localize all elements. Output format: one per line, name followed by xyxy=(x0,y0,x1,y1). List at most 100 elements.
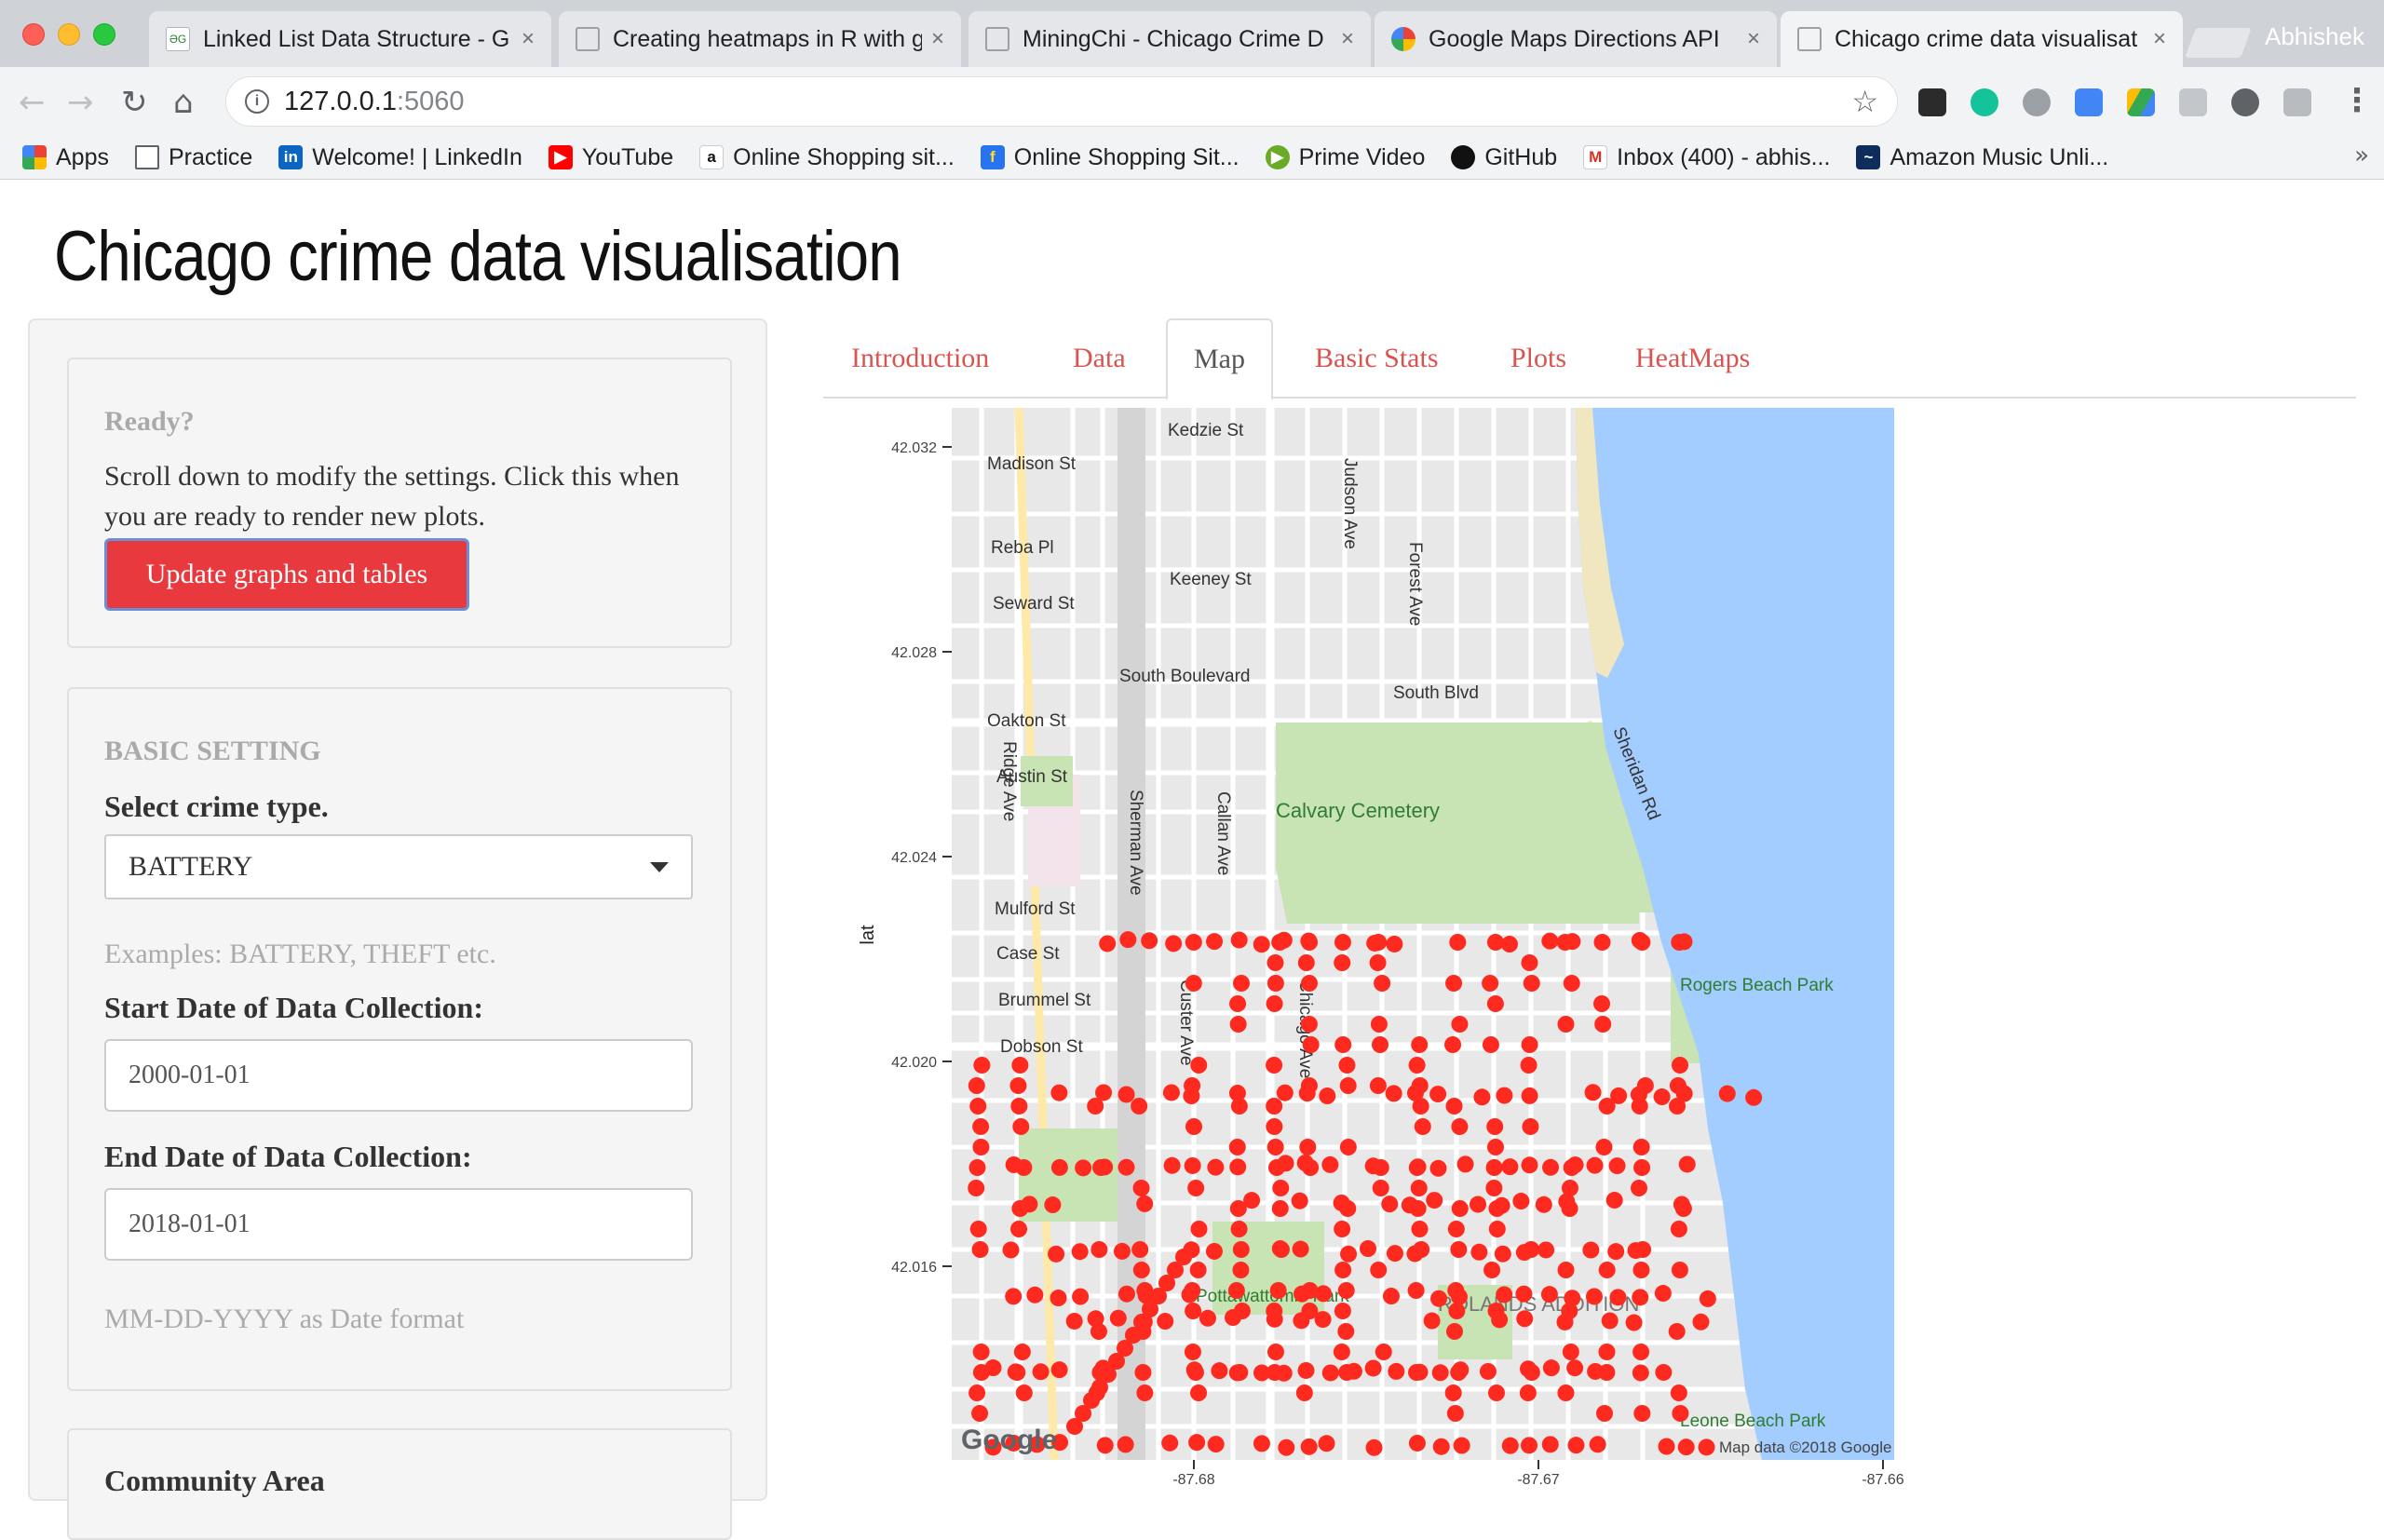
tab-data[interactable]: Data xyxy=(1073,318,1126,399)
close-window-button[interactable] xyxy=(22,23,45,46)
crime-point xyxy=(1451,1118,1469,1135)
y-tick-label: 42.024 xyxy=(891,850,937,866)
pocket-extension-icon[interactable] xyxy=(1918,88,1946,116)
lightbulb-extension-icon[interactable] xyxy=(2023,88,2051,116)
crime-point xyxy=(1482,975,1499,992)
crime-point xyxy=(1429,1159,1447,1177)
bookmark-amazon[interactable]: a Online Shopping sit... xyxy=(699,144,955,171)
bookmark-flipkart[interactable]: f Online Shopping Sit... xyxy=(980,144,1239,171)
browser-tab[interactable]: Google Maps Directions API × xyxy=(1375,11,1777,67)
zoom-window-button[interactable] xyxy=(93,23,115,46)
map-svg: Madison St Kedzie St Reba Pl Keeney St Sewar… xyxy=(858,407,1904,1488)
bookmark-gmail[interactable]: M Inbox (400) - abhis... xyxy=(1583,144,1830,171)
crime-point xyxy=(1297,954,1315,971)
minimize-window-button[interactable] xyxy=(58,23,80,46)
y-tick-label: 42.016 xyxy=(891,1260,937,1276)
crime-point xyxy=(1584,1084,1602,1101)
tab-basic-stats[interactable]: Basic Stats xyxy=(1315,318,1439,399)
grammarly-extension-icon[interactable] xyxy=(1971,88,1998,116)
crime-point xyxy=(1608,1157,1626,1175)
crime-point xyxy=(1487,1385,1505,1401)
start-date-input[interactable] xyxy=(104,1039,693,1112)
crime-point xyxy=(1563,975,1580,992)
browser-tab[interactable]: MiningChi - Chicago Crime D × xyxy=(968,11,1371,67)
crime-point xyxy=(1339,1139,1357,1155)
cloud-extension-icon[interactable] xyxy=(2179,88,2207,116)
crime-point xyxy=(1431,1364,1449,1382)
crime-point xyxy=(1338,1057,1356,1074)
crime-point xyxy=(1486,934,1504,951)
crime-point xyxy=(1184,1282,1201,1299)
update-graphs-button[interactable]: Update graphs and tables xyxy=(104,538,469,611)
crime-point xyxy=(1002,1241,1020,1259)
bookmark-amazon-music[interactable]: ~ Amazon Music Unli... xyxy=(1856,144,2108,171)
tab-map[interactable]: Map xyxy=(1166,318,1273,400)
close-tab-icon[interactable]: × xyxy=(2153,26,2166,52)
new-tab-button[interactable] xyxy=(2185,28,2252,58)
home-icon[interactable]: ⌂ xyxy=(173,84,194,121)
crime-point xyxy=(1671,934,1688,951)
street-label: Ridge Ave xyxy=(999,741,1019,821)
crime-point xyxy=(1230,1221,1248,1237)
crime-point xyxy=(1542,1158,1560,1176)
google-drive-icon[interactable] xyxy=(2127,88,2155,116)
tab-plots[interactable]: Plots xyxy=(1510,318,1566,399)
reload-icon[interactable]: ↻ xyxy=(121,84,148,121)
street-label: Dobson St xyxy=(1000,1037,1083,1057)
bookmark-apps[interactable]: Apps xyxy=(22,144,109,171)
crime-point xyxy=(1334,1262,1352,1278)
crime-point xyxy=(1444,1385,1462,1401)
bookmark-linkedin[interactable]: in Welcome! | LinkedIn xyxy=(278,144,522,171)
crime-point xyxy=(1631,1180,1648,1196)
forward-arrow-icon[interactable]: → xyxy=(67,84,94,121)
close-tab-icon[interactable]: × xyxy=(1341,26,1354,52)
chrome-menu-icon[interactable]: ⋮ xyxy=(2341,82,2373,119)
close-tab-icon[interactable]: × xyxy=(522,26,535,52)
site-info-icon[interactable]: i xyxy=(245,89,269,114)
crime-point xyxy=(1598,1262,1616,1278)
crime-point xyxy=(1447,1221,1465,1237)
crime-point xyxy=(1408,1434,1426,1452)
bookmark-youtube[interactable]: ▶ YouTube xyxy=(548,144,673,171)
profile-name[interactable]: Abhishek xyxy=(2265,22,2364,51)
bookmark-practice[interactable]: Practice xyxy=(134,144,252,171)
address-bar[interactable]: i 127.0.0.1 :5060 ☆ xyxy=(225,76,1898,127)
crime-point xyxy=(1163,1156,1181,1174)
bookmark-star-icon[interactable]: ☆ xyxy=(1851,84,1878,119)
crime-point xyxy=(1131,1098,1148,1114)
crime-point xyxy=(1232,1241,1250,1258)
end-date-input[interactable] xyxy=(104,1188,693,1261)
doc-favicon xyxy=(985,27,1009,51)
close-tab-icon[interactable]: × xyxy=(931,26,944,52)
crime-point xyxy=(1488,1221,1506,1237)
back-arrow-icon[interactable]: ← xyxy=(19,84,46,121)
crime-point xyxy=(1658,1438,1675,1455)
bookmark-prime-video[interactable]: ▶ Prime Video xyxy=(1265,144,1425,171)
close-tab-icon[interactable]: × xyxy=(1747,26,1760,52)
browser-tab[interactable]: Creating heatmaps in R with gg × xyxy=(559,11,961,67)
tab-introduction[interactable]: Introduction xyxy=(851,318,989,399)
bookmark-label: Inbox (400) - abhis... xyxy=(1617,143,1831,170)
crime-point xyxy=(1161,1434,1179,1452)
tab-heatmaps[interactable]: HeatMaps xyxy=(1635,318,1750,399)
crime-point xyxy=(1677,1439,1695,1456)
street-label: South Boulevard xyxy=(1119,667,1251,686)
crime-point xyxy=(1207,1158,1225,1176)
crime-point xyxy=(1473,1088,1491,1106)
m-extension-icon[interactable] xyxy=(2283,88,2311,116)
more-bookmarks-icon[interactable]: » xyxy=(2354,142,2369,169)
browser-tab-active[interactable]: Chicago crime data visualisat × xyxy=(1781,11,2183,67)
crime-point xyxy=(1561,1200,1578,1217)
speedometer-extension-icon[interactable] xyxy=(2231,88,2259,116)
crime-point xyxy=(1446,1405,1464,1422)
crime-type-select[interactable]: BATTERY xyxy=(104,834,693,899)
crime-point xyxy=(1670,1221,1687,1237)
crime-point xyxy=(1521,1087,1538,1104)
ready-text: Scroll down to modify the settings. Clic… xyxy=(104,461,680,532)
bookmark-label: Welcome! | LinkedIn xyxy=(312,143,522,170)
browser-tab[interactable]: ƏG Linked List Data Structure - G × xyxy=(149,11,551,67)
crime-point xyxy=(1488,1200,1506,1217)
bookmark-github[interactable]: GitHub xyxy=(1451,144,1557,171)
bookmark-label: Apps xyxy=(56,143,109,170)
calendar-extension-icon[interactable] xyxy=(2075,88,2103,116)
